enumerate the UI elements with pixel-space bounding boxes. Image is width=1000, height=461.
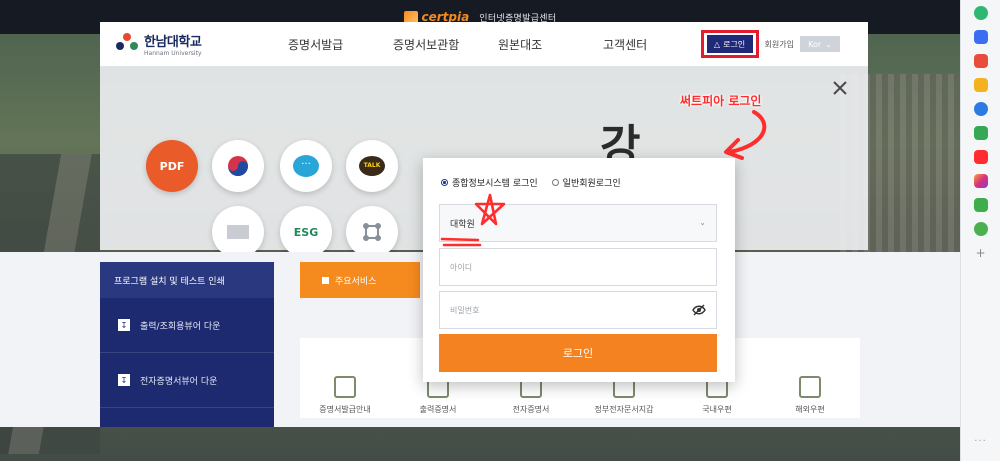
gov-icon <box>212 140 264 192</box>
university-emblem-icon <box>116 33 138 55</box>
sidebar-yellow-icon[interactable] <box>973 78 988 92</box>
annotation-underline-icon <box>440 237 482 247</box>
sidebar-instagram-icon[interactable] <box>973 174 988 188</box>
mail-icon <box>212 206 264 258</box>
service-item[interactable]: 해외우편 <box>770 376 850 415</box>
password-field[interactable] <box>439 291 717 329</box>
kakaotalk-icon: TALK <box>346 140 398 192</box>
language-select[interactable]: Kor ⌄ <box>800 36 840 52</box>
download-viewer-item[interactable]: ↧ 출력/조회용뷰어 다운 <box>100 298 274 353</box>
network-icon <box>346 206 398 258</box>
brand-name-en: Hannam University <box>144 50 202 57</box>
language-label: Kor <box>808 39 822 49</box>
sidebar-red-icon[interactable] <box>973 54 988 68</box>
nav-issue[interactable]: 증명서발급 <box>288 36 393 53</box>
radio-general-login[interactable]: 일반회원로그인 <box>551 176 621 189</box>
header-utility: △ 로그인 회원가입 Kor ⌄ <box>700 30 840 58</box>
login-type-radios: 종합정보시스템 로그인 일반회원로그인 <box>441 176 621 189</box>
annotation-label: 써트피아 로그인 <box>680 94 762 108</box>
sidebar-leaf-icon[interactable] <box>973 198 988 212</box>
radio-integrated-login[interactable]: 종합정보시스템 로그인 <box>441 176 538 189</box>
sidebar-bot-icon[interactable] <box>973 222 988 236</box>
sidebar-more-icon[interactable]: ··· <box>974 436 987 447</box>
chevron-down-icon: ⌄ <box>699 218 706 227</box>
join-link[interactable]: 회원가입 <box>765 39 794 50</box>
annotation-arrow-icon <box>724 110 767 160</box>
sidebar-green-icon[interactable] <box>973 6 988 20</box>
chat-icon: ··· <box>280 140 332 192</box>
sidebar-blue-icon[interactable] <box>973 30 988 44</box>
download-icon: ↧ <box>118 374 130 386</box>
brand-name-ko: 한남대학교 <box>144 35 202 50</box>
password-input[interactable] <box>450 292 716 328</box>
university-logo[interactable]: 한남대학교 Hannam University <box>116 31 266 57</box>
download-panel: 프로그램 설치 및 테스트 인쇄 ↧ 출력/조회용뷰어 다운 ↧ 전자증명서뷰어… <box>100 262 274 427</box>
download-ecert-viewer-item[interactable]: ↧ 전자증명서뷰어 다운 <box>100 353 274 408</box>
site-header: 한남대학교 Hannam University 증명서발급 증명서보관함 원본대… <box>100 22 868 66</box>
main-services-tab[interactable]: 주요서비스 <box>300 262 420 298</box>
radio-unchecked-icon <box>551 179 559 186</box>
close-icon[interactable] <box>831 79 849 97</box>
radio-checked-icon <box>441 179 448 186</box>
browser-sidebar: + ··· <box>960 0 1000 461</box>
nav-storage[interactable]: 증명서보관함 <box>393 36 498 53</box>
login-button[interactable]: △ 로그인 <box>700 30 759 58</box>
login-submit-button[interactable]: 로그인 <box>439 334 717 372</box>
pdf-icon: PDF <box>146 140 198 192</box>
grid-icon <box>322 276 329 284</box>
nav-support[interactable]: 고객센터 <box>603 36 708 53</box>
login-highlight-box <box>700 30 759 58</box>
sidebar-youtube-icon[interactable] <box>973 150 988 164</box>
id-input[interactable] <box>450 249 716 285</box>
login-modal: 종합정보시스템 로그인 일반회원로그인 대학원 ⌄ 로그인 <box>423 158 735 382</box>
annotation-star-icon <box>474 193 506 226</box>
nav-verify[interactable]: 원본대조 <box>498 36 603 53</box>
sidebar-chat-icon[interactable] <box>973 126 988 140</box>
esg-icon: ESG <box>280 206 332 258</box>
search-doc-icon <box>334 376 356 398</box>
download-panel-header: 프로그램 설치 및 테스트 인쇄 <box>100 262 274 298</box>
chevron-down-icon: ⌄ <box>825 39 832 49</box>
intl-mail-icon <box>799 376 821 398</box>
eye-off-icon[interactable] <box>692 303 706 317</box>
download-icon: ↧ <box>118 319 130 331</box>
sidebar-add-icon[interactable]: + <box>975 246 985 260</box>
sidebar-edge-icon[interactable] <box>973 102 988 116</box>
main-nav: 증명서발급 증명서보관함 원본대조 고객센터 <box>288 36 708 53</box>
service-item[interactable]: 증명서발급안내 <box>305 376 385 415</box>
id-field[interactable] <box>439 248 717 286</box>
